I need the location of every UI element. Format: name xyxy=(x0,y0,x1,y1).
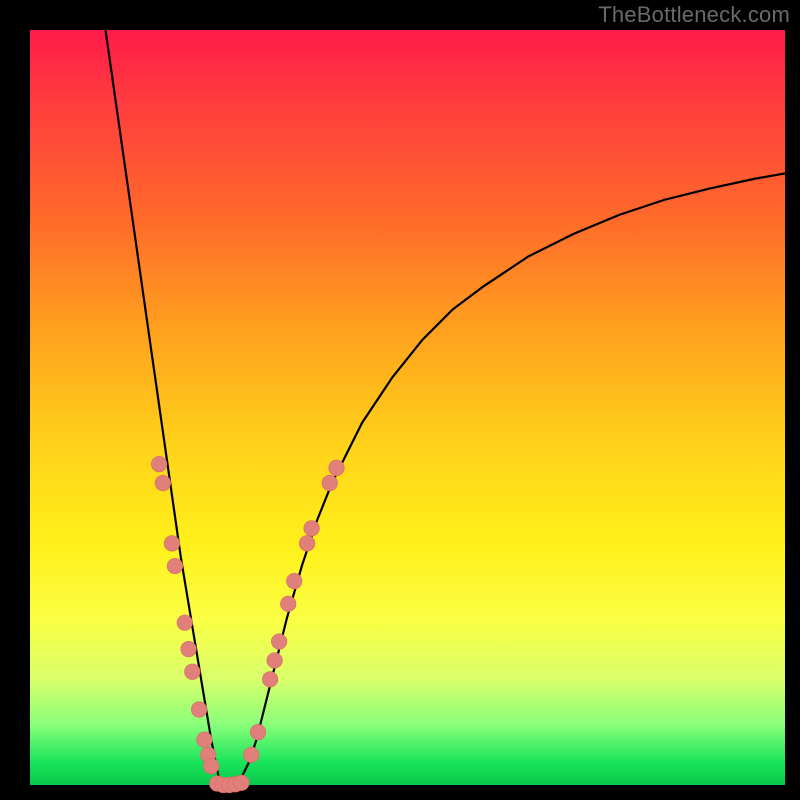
data-point xyxy=(181,641,197,657)
data-point xyxy=(299,536,315,552)
data-point xyxy=(262,672,278,688)
data-point xyxy=(203,758,219,774)
data-point xyxy=(250,724,266,740)
data-point xyxy=(271,634,287,650)
data-point xyxy=(304,521,320,537)
data-point xyxy=(243,747,259,763)
data-point xyxy=(267,653,283,669)
data-point xyxy=(191,702,207,718)
data-point xyxy=(329,460,345,476)
data-point xyxy=(280,596,296,612)
chart-svg xyxy=(0,0,800,800)
chart-frame: TheBottleneck.com xyxy=(0,0,800,800)
data-point xyxy=(151,456,167,472)
data-point xyxy=(167,558,183,574)
data-point xyxy=(164,536,180,552)
data-point xyxy=(155,475,171,491)
data-point xyxy=(322,475,338,491)
data-point xyxy=(177,615,193,631)
data-point xyxy=(286,573,302,589)
data-point xyxy=(234,775,250,791)
data-point xyxy=(185,664,201,680)
data-point xyxy=(197,732,213,748)
bottleneck-curve xyxy=(106,30,786,785)
